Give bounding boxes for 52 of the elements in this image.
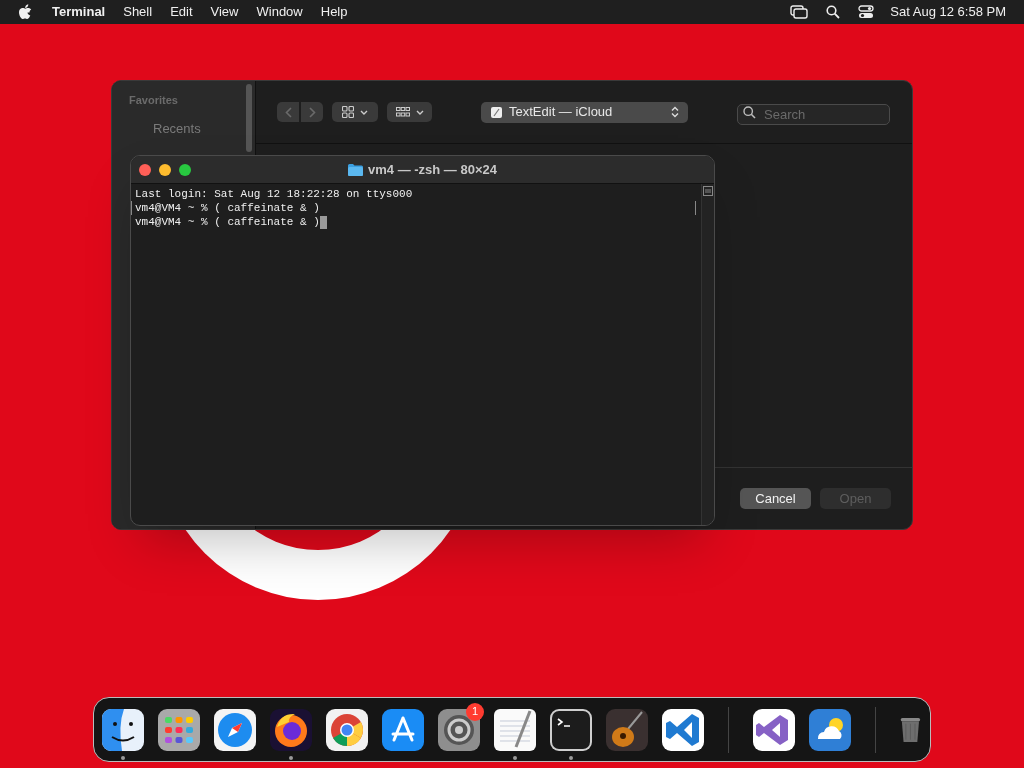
- weather-icon[interactable]: [808, 708, 851, 751]
- zoom-button[interactable]: [179, 163, 191, 176]
- window-title: vm4 — -zsh — 80×24: [368, 161, 497, 180]
- windows-icon[interactable]: [790, 5, 809, 19]
- menu-item[interactable]: Help: [320, 2, 348, 22]
- menu-item[interactable]: View: [210, 2, 239, 22]
- caret-icon: [415, 109, 424, 115]
- folder-icon: [348, 164, 363, 176]
- terminal-line: vm4@VM4 ~ % ( caffeinate & ): [135, 215, 320, 229]
- ribbon-logo-icon[interactable]: [752, 708, 795, 751]
- fox-icon[interactable]: [270, 708, 312, 751]
- terminal-line: vm4@VM4 ~ % ( caffeinate & ): [131, 201, 696, 215]
- terminal-icon[interactable]: [550, 708, 592, 751]
- chrome-icon[interactable]: [326, 708, 368, 751]
- updown-icon: [671, 106, 679, 118]
- sidebar-heading: Favorites: [129, 93, 179, 108]
- code-editor-icon[interactable]: [662, 708, 704, 751]
- search-icon[interactable]: [826, 5, 841, 19]
- guitar-icon[interactable]: [606, 708, 648, 751]
- search-field[interactable]: Search: [737, 103, 890, 125]
- notification-badge: 1: [466, 702, 484, 721]
- chevron-left-icon: [284, 106, 292, 118]
- grid-icon: [395, 106, 410, 118]
- notepad-icon[interactable]: [494, 708, 536, 751]
- clock[interactable]: Sat Aug 12 6:58 PM: [890, 2, 1006, 22]
- smiling-face-icon[interactable]: [102, 708, 144, 751]
- split-pane-icon[interactable]: [703, 186, 713, 196]
- location-popup[interactable]: TextEdit — iCloud: [481, 101, 688, 123]
- compass-icon[interactable]: [214, 708, 256, 751]
- icon-view-button[interactable]: [332, 102, 378, 122]
- app-grid-icon[interactable]: [158, 708, 200, 751]
- document-icon: [490, 105, 503, 119]
- grid-icon: [342, 106, 354, 118]
- terminal-line: Last login: Sat Aug 12 18:22:28 on ttys000: [135, 187, 413, 201]
- scrollbar-thumb[interactable]: [246, 84, 252, 152]
- toggles-icon[interactable]: [858, 5, 875, 19]
- cancel-button[interactable]: Cancel: [740, 488, 811, 509]
- apple-logo-icon[interactable]: [18, 4, 32, 20]
- menu-item[interactable]: Shell: [123, 2, 153, 22]
- app-menu[interactable]: Terminal: [52, 2, 106, 22]
- close-button[interactable]: [139, 163, 151, 176]
- search-icon: [743, 105, 756, 119]
- forward-button[interactable]: [301, 102, 323, 122]
- group-button[interactable]: [387, 102, 432, 122]
- minimize-button[interactable]: [159, 163, 171, 176]
- chevron-right-icon: [308, 106, 316, 118]
- menu-item[interactable]: Edit: [170, 2, 193, 22]
- app-store-icon[interactable]: [382, 708, 424, 751]
- caret-icon: [360, 109, 368, 115]
- back-button[interactable]: [277, 102, 299, 122]
- gear-icon[interactable]: [438, 708, 480, 751]
- menu-item[interactable]: Window: [256, 2, 303, 22]
